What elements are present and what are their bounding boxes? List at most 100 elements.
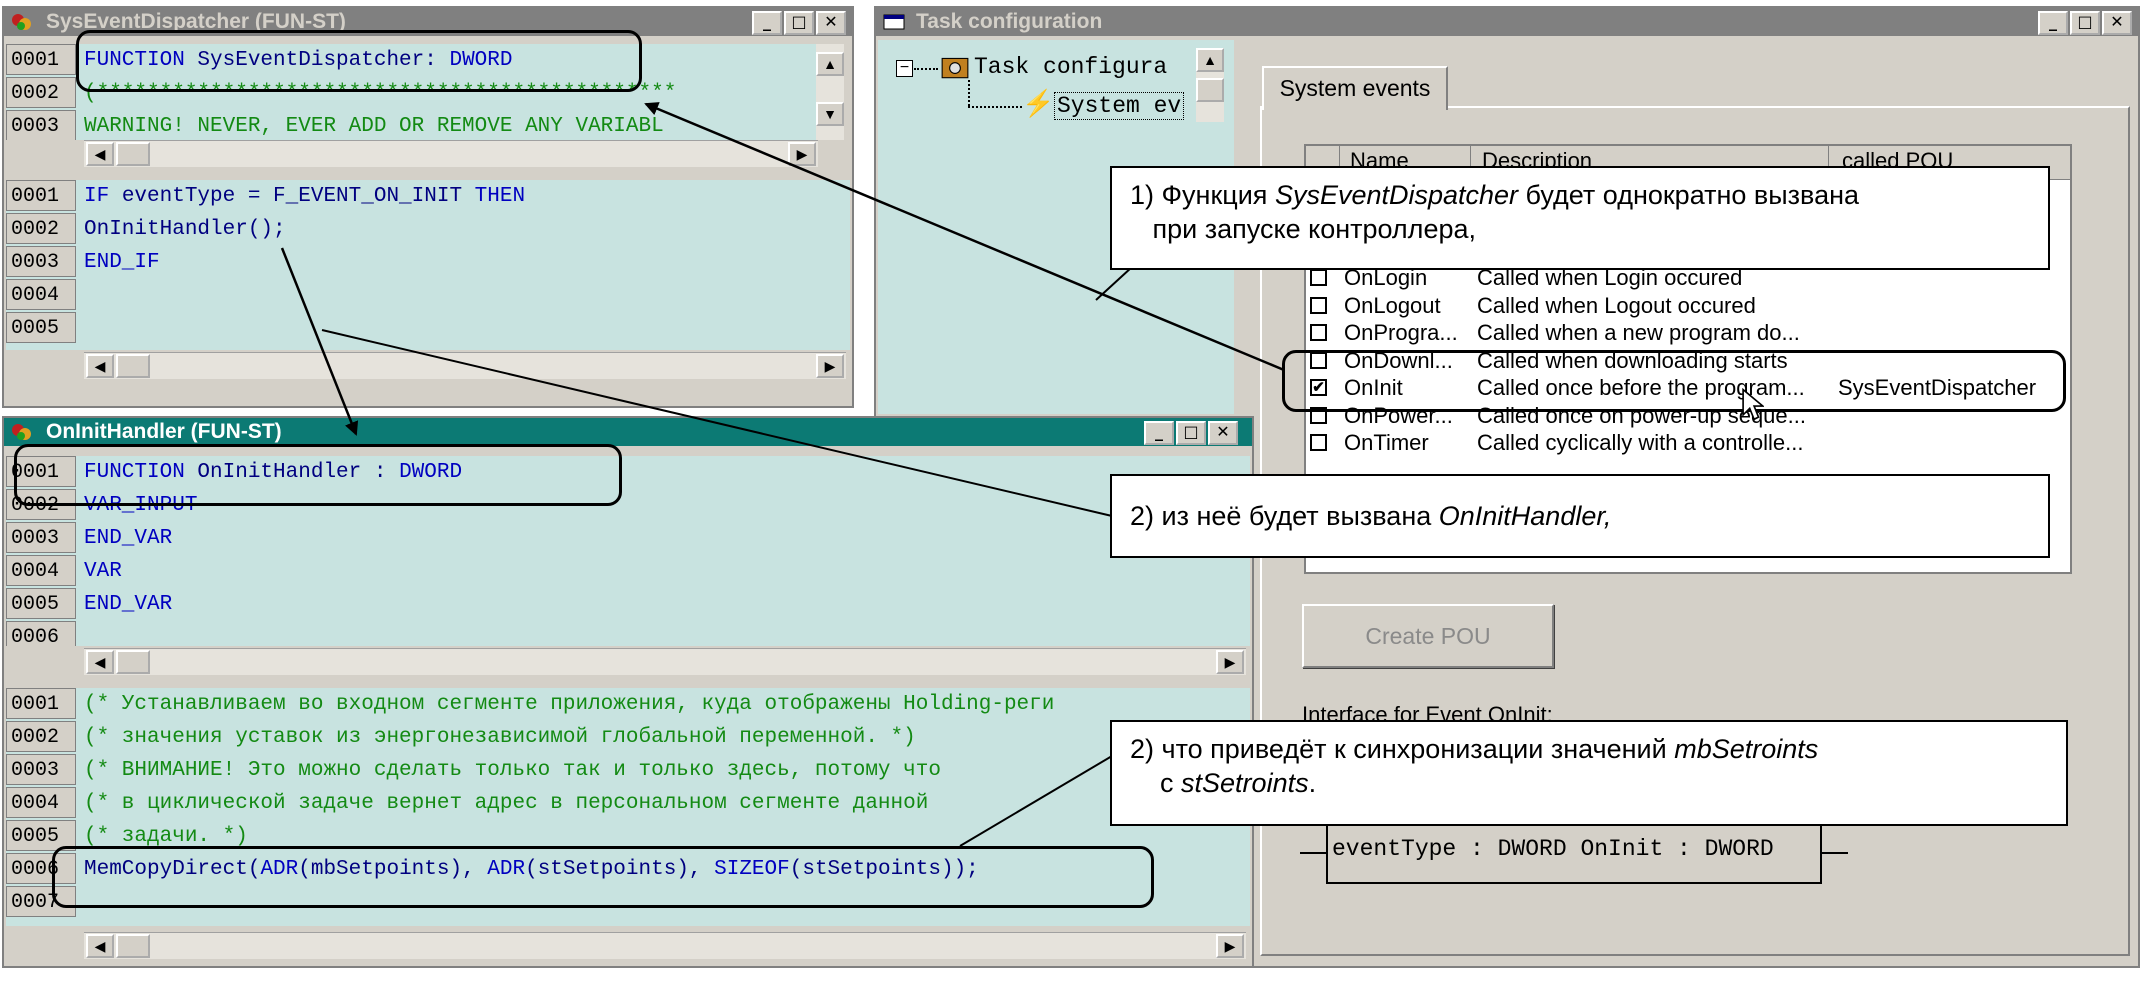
scroll-right-button[interactable]: ▶ (1216, 650, 1244, 674)
scroll-down-button[interactable]: ▼ (816, 102, 844, 126)
code-line[interactable]: 0006 (6, 621, 1250, 646)
line-number: 0003 (6, 754, 76, 785)
line-number: 0004 (6, 787, 76, 818)
code-token: THEN (474, 185, 526, 208)
code-line[interactable]: 0005 END_VAR (6, 588, 1250, 621)
tree-collapse-icon[interactable]: − (896, 60, 913, 77)
tree-vscroll[interactable]: ▲ (1196, 48, 1224, 122)
task-config-icon (941, 57, 969, 79)
maximize-button[interactable]: □ (2070, 11, 2100, 35)
line-number: 0003 (6, 110, 76, 140)
line-number: 0005 (6, 312, 76, 343)
scroll-left-button[interactable]: ◀ (86, 934, 114, 958)
callout-1: 1) Функция SysEventDispatcher будет одно… (1110, 166, 2050, 270)
create-pou-button[interactable]: Create POU (1302, 604, 1554, 668)
scroll-left-button[interactable]: ◀ (86, 650, 114, 674)
pou-icon (12, 424, 31, 440)
close-button[interactable]: ✕ (816, 11, 846, 35)
code-token: (* задачи. *) (84, 825, 248, 848)
scroll-thumb[interactable] (116, 354, 150, 378)
sysevent-body-hscroll[interactable]: ◀ ▶ (84, 352, 846, 379)
code-text: (* значения уставок из энергонезависимой… (84, 721, 916, 754)
tree-connector (968, 106, 1022, 108)
event-checkbox[interactable] (1310, 269, 1327, 286)
event-name: OnTimer (1344, 430, 1429, 455)
code-token: END_VAR (84, 527, 173, 550)
callout-text: 1) Функция (1130, 180, 1275, 210)
event-checkbox[interactable] (1310, 434, 1327, 451)
mouse-cursor-icon (1742, 388, 1764, 421)
task-config-title: Task configuration (916, 10, 1103, 33)
minimize-button[interactable]: _ (2038, 11, 2068, 35)
sysevent-decl-vscroll[interactable]: ▲ ▼ (816, 44, 844, 140)
scroll-right-button[interactable]: ▶ (816, 354, 844, 378)
code-token: (* ВНИМАНИЕ! Это можно сделать только та… (84, 759, 941, 782)
event-checkbox[interactable] (1310, 296, 1327, 314)
interface-line-right (1822, 852, 1848, 854)
window-icon (883, 14, 905, 30)
tab-system-events[interactable]: System events (1262, 66, 1448, 110)
scroll-thumb[interactable] (116, 142, 150, 166)
callout-text: mbSetroints (1674, 734, 1819, 764)
code-line[interactable]: 0003 END_VAR (6, 522, 1250, 555)
code-line[interactable]: 0002 (* значения уставок из энергонезавис… (6, 721, 1250, 754)
minimize-button[interactable]: _ (1144, 421, 1174, 445)
line-number: 0005 (6, 588, 76, 619)
oninit-decl-hscroll[interactable]: ◀ ▶ (84, 648, 1246, 675)
code-line[interactable]: 0003 (* ВНИМАНИЕ! Это можно сделать тольк… (6, 754, 1250, 787)
callout-text: SysEventDispatcher (1274, 180, 1519, 210)
oninit-titlebar[interactable]: OnInitHandler (FUN-ST) _ □ ✕ (4, 418, 1252, 446)
line-number: 0004 (6, 279, 76, 310)
line-number: 0001 (6, 44, 76, 75)
code-line[interactable]: 0002 OnInitHandler(); (6, 213, 850, 246)
sysevent-body-editor[interactable]: 0001 IF eventType = F_EVENT_ON_INIT THEN 0… (6, 180, 850, 350)
scroll-right-button[interactable]: ▶ (788, 142, 816, 166)
task-config-titlebar[interactable]: Task configuration _ □ ✕ (876, 8, 2138, 36)
callout-text: 2) что приведёт к синхронизации значений (1130, 734, 1675, 764)
close-button[interactable]: ✕ (1208, 421, 1238, 445)
code-text: WARNING! NEVER, EVER ADD OR REMOVE ANY V… (84, 110, 664, 140)
minimize-button[interactable]: _ (752, 11, 782, 35)
line-number: 0006 (6, 621, 76, 646)
line-number: 0003 (6, 522, 76, 553)
sysevent-decl-hscroll[interactable]: ◀ ▶ (84, 140, 818, 167)
scroll-up-button[interactable]: ▲ (1196, 48, 1224, 72)
scroll-left-button[interactable]: ◀ (86, 354, 114, 378)
interface-signature: eventType : DWORD OnInit : DWORD (1332, 836, 1774, 862)
scroll-thumb[interactable] (116, 934, 150, 958)
interface-line-left (1300, 852, 1326, 854)
code-line[interactable]: 0005 (6, 312, 850, 345)
tree-root-label[interactable]: Task configura (974, 54, 1167, 80)
code-line[interactable]: 0003 END_IF (6, 246, 850, 279)
lightning-icon: ⚡ (1022, 88, 1055, 118)
code-text: END_VAR (84, 522, 172, 555)
code-text: (* ВНИМАНИЕ! Это можно сделать только та… (84, 754, 941, 787)
code-text: (* в циклической задаче вернет адрес в п… (84, 787, 928, 820)
line-number: 0003 (6, 246, 76, 277)
event-description: Called when a new program do... (1477, 320, 1800, 345)
scroll-thumb[interactable] (1196, 78, 1224, 102)
callout-text: при запуске контроллера, (1152, 214, 1476, 244)
tree-connector (968, 80, 970, 106)
maximize-button[interactable]: □ (1176, 421, 1206, 445)
scroll-left-button[interactable]: ◀ (86, 142, 114, 166)
code-line[interactable]: 0004 (6, 279, 850, 312)
code-line[interactable]: 0003 WARNING! NEVER, EVER ADD OR REMOVE … (6, 110, 816, 140)
event-description: Called when Logout occured (1477, 292, 1756, 318)
code-line[interactable]: 0004 VAR (6, 555, 1250, 588)
tree-child-label[interactable]: System ev (1054, 92, 1185, 120)
scroll-up-button[interactable]: ▲ (816, 52, 844, 76)
code-line[interactable]: 0001 IF eventType = F_EVENT_ON_INIT THEN (6, 180, 850, 213)
maximize-button[interactable]: □ (784, 11, 814, 35)
oninit-title: OnInitHandler (FUN-ST) (46, 420, 282, 443)
code-text: IF eventType = F_EVENT_ON_INIT THEN (84, 180, 525, 213)
code-line[interactable]: 0004 (* в циклической задаче вернет адрес… (6, 787, 1250, 820)
scroll-right-button[interactable]: ▶ (1216, 934, 1244, 958)
event-checkbox[interactable] (1310, 324, 1327, 341)
code-line[interactable]: 0001 (* Устанавливаем во входном сегменте… (6, 688, 1250, 721)
oninit-body-hscroll[interactable]: ◀ ▶ (84, 932, 1246, 959)
close-button[interactable]: ✕ (2102, 11, 2132, 35)
line-number: 0002 (6, 77, 76, 108)
callout-text: stSetroints (1181, 768, 1309, 798)
scroll-thumb[interactable] (116, 650, 150, 674)
